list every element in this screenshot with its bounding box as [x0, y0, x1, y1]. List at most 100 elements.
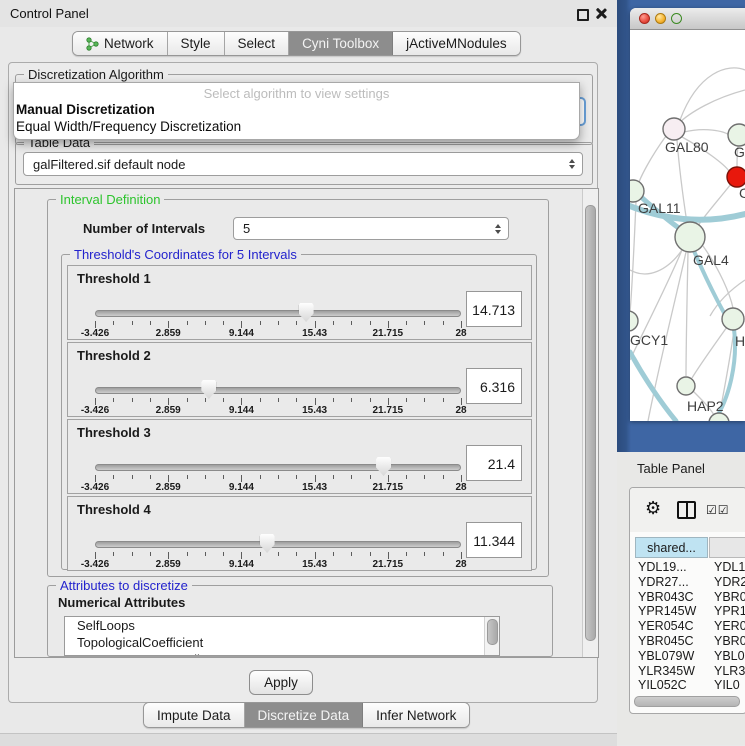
threshold-slider-thumb[interactable] — [376, 457, 391, 476]
right-region: GAL80GALCGAL11GAL4GCY1HHAP2 Table Panel … — [617, 0, 745, 745]
bottom-tab-impute-data[interactable]: Impute Data — [144, 703, 245, 727]
threshold-value-field[interactable]: 14.713 — [466, 291, 522, 327]
bottom-tab-label: Impute Data — [157, 708, 231, 723]
column-header-name[interactable]: n — [709, 537, 745, 558]
attribute-list-item[interactable]: BetweennessCentrality — [65, 651, 499, 656]
network-node-label: GAL11 — [638, 200, 681, 216]
tab-cyni-toolbox[interactable]: Cyni Toolbox — [289, 32, 393, 55]
thresholds-group-label: Threshold's Coordinates for 5 Intervals — [70, 247, 301, 262]
bottom-tab-discretize-data[interactable]: Discretize Data — [245, 703, 364, 727]
minimize-traffic-light-icon[interactable] — [655, 13, 666, 24]
network-node[interactable] — [727, 167, 745, 187]
table-row[interactable]: YPR145WYPR1 — [635, 604, 745, 619]
network-node[interactable] — [709, 413, 729, 421]
tab-select[interactable]: Select — [225, 32, 290, 55]
tab-jactivemnodules[interactable]: jActiveMNodules — [393, 32, 520, 55]
table-row[interactable]: YBR045CYBR0 — [635, 634, 745, 649]
network-node[interactable] — [677, 377, 695, 395]
float-window-icon[interactable] — [577, 9, 589, 21]
threshold-slider-track[interactable] — [95, 541, 461, 548]
algorithm-option[interactable]: Manual Discretization — [14, 101, 579, 118]
bottom-strip — [0, 733, 617, 746]
number-of-intervals-combo[interactable]: 5 — [233, 217, 509, 240]
table-row[interactable]: YDR27...YDR2 — [635, 575, 745, 590]
cell-name: YLR3 — [714, 664, 745, 678]
network-node[interactable] — [728, 124, 745, 146]
attributes-scrollbar[interactable] — [484, 617, 499, 655]
threshold-slider-track[interactable] — [95, 464, 461, 471]
threshold-slider-track[interactable] — [95, 310, 461, 317]
attribute-items: SelfLoopsTopologicalCoefficientBetweenne… — [65, 617, 499, 656]
threshold-slider-thumb[interactable] — [201, 380, 216, 399]
table-panel: ⚙ ☑☑ shared... n YDL19...YDL1YDR27...YDR… — [629, 487, 745, 714]
network-node[interactable] — [722, 308, 744, 330]
cell-name: YIL0 — [714, 678, 740, 692]
apply-button[interactable]: Apply — [249, 670, 313, 695]
cell-name: YBR0 — [714, 634, 745, 648]
algorithm-dropdown-popup: Select algorithm to view settings Manual… — [13, 82, 580, 140]
threshold-slider-thumb[interactable] — [260, 534, 275, 553]
table-data-combo[interactable]: galFiltered.sif default node — [23, 152, 583, 176]
attributes-scrollbar-thumb[interactable] — [487, 619, 498, 645]
table-data-combo-value: galFiltered.sif default node — [33, 157, 185, 172]
settings-scrollbar[interactable] — [582, 189, 598, 657]
gear-icon[interactable]: ⚙ — [645, 499, 661, 517]
network-icon — [86, 37, 99, 51]
table-row[interactable]: YLR345W YLR3 — [635, 664, 745, 679]
cell-shared-name: YDR27... — [638, 575, 689, 589]
table-row[interactable]: YBL079WYBL0 — [635, 649, 745, 664]
tab-network[interactable]: Network — [73, 32, 168, 55]
network-node-label: HAP2 — [687, 398, 724, 414]
control-panel-window: Control Panel Network Style Select Cyni Too… — [0, 0, 617, 745]
control-panel-title: Control Panel — [10, 6, 89, 21]
table-data-group: Table Data galFiltered.sif default node — [15, 142, 593, 185]
table-row[interactable]: YER054CYER0 — [635, 619, 745, 634]
numerical-attributes-label: Numerical Attributes — [58, 595, 185, 610]
tab-label: Style — [181, 36, 211, 51]
network-view-window[interactable]: GAL80GALCGAL11GAL4GCY1HHAP2 — [630, 8, 745, 421]
threshold-value-field[interactable]: 21.4 — [466, 445, 522, 481]
threshold-value-field[interactable]: 11.344 — [466, 522, 522, 558]
interval-definition-group: Interval Definition Number of Intervals … — [47, 199, 549, 577]
algorithm-option[interactable]: Equal Width/Frequency Discretization — [14, 118, 579, 135]
close-traffic-light-icon[interactable] — [639, 13, 650, 24]
settings-scrollbar-thumb[interactable] — [585, 205, 596, 641]
table-hscrollbar-thumb[interactable] — [634, 696, 740, 707]
cell-shared-name: YPR145W — [638, 604, 696, 618]
split-columns-icon[interactable] — [677, 501, 696, 519]
bottom-tab-infer-network[interactable]: Infer Network — [363, 703, 469, 727]
control-panel-titlebar: Control Panel — [0, 0, 617, 27]
threshold-value-field[interactable]: 6.316 — [466, 368, 522, 404]
network-window-titlebar[interactable] — [630, 8, 745, 30]
cell-shared-name: YBL079W — [638, 649, 694, 663]
tab-style[interactable]: Style — [168, 32, 225, 55]
tab-label: Select — [238, 36, 276, 51]
numerical-attributes-list[interactable]: SelfLoopsTopologicalCoefficientBetweenne… — [64, 616, 500, 656]
checkbox-icons[interactable]: ☑☑ — [706, 503, 730, 517]
top-tabbar: Network Style Select Cyni Toolbox jActiveMNo… — [72, 31, 521, 56]
network-node[interactable] — [675, 222, 705, 252]
network-canvas[interactable]: GAL80GALCGAL11GAL4GCY1HHAP2 — [630, 30, 745, 421]
tab-label: Network — [104, 36, 154, 51]
column-header-shared[interactable]: shared... — [635, 537, 708, 558]
network-node[interactable] — [630, 311, 638, 331]
cell-shared-name: YLR345W — [638, 664, 695, 678]
attribute-list-item[interactable]: SelfLoops — [65, 617, 499, 634]
algorithm-dropdown-options: Manual DiscretizationEqual Width/Frequen… — [14, 101, 579, 135]
threshold-slider-thumb[interactable] — [299, 303, 314, 322]
slider-tick-labels: -3.4262.8599.14415.4321.71528 — [95, 405, 461, 416]
network-node[interactable] — [663, 118, 685, 140]
zoom-traffic-light-icon[interactable] — [671, 13, 682, 24]
table-row[interactable]: YDL19...YDL1 — [635, 560, 745, 575]
table-row[interactable]: YIL052CYIL0 — [635, 678, 745, 693]
attribute-list-item[interactable]: TopologicalCoefficient — [65, 634, 499, 651]
threshold-slider-track[interactable] — [95, 387, 461, 394]
table-panel-title: Table Panel — [637, 461, 705, 476]
table-row[interactable]: YBR043CYBR0 — [635, 590, 745, 605]
attributes-group: Attributes to discretize Numerical Attri… — [47, 585, 553, 657]
algorithm-group-label: Discretization Algorithm — [24, 67, 168, 82]
network-node-label: GAL4 — [693, 252, 729, 268]
close-icon[interactable] — [595, 8, 606, 19]
cell-name: YDL1 — [714, 560, 745, 574]
tab-label: jActiveMNodules — [406, 36, 507, 51]
